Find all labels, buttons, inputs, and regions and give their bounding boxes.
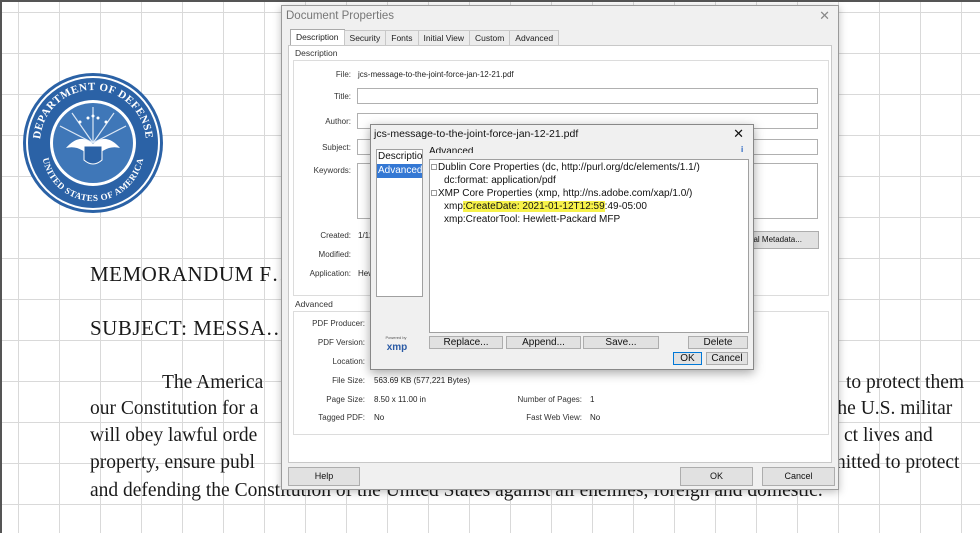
metadata-dialog: jcs-message-to-the-joint-force-jan-12-21…: [370, 124, 754, 370]
page-size-label: Page Size:: [326, 395, 365, 404]
svg-text:xmp: xmp: [387, 342, 408, 353]
fast-web-view-label: Fast Web View:: [526, 413, 582, 422]
body-line-right-1: to protect them: [846, 372, 965, 393]
tab-fonts[interactable]: Fonts: [385, 30, 419, 46]
dod-seal-logo: DEPARTMENT OF DEFENSE UNITED STATES OF A…: [23, 73, 163, 213]
subject-label: Subject:: [322, 143, 351, 152]
tab-bar: Description Security Fonts Initial View …: [290, 29, 560, 46]
collapse-toggle-icon[interactable]: [431, 190, 437, 196]
metadata-tree: Dublin Core Properties (dc, http://purl.…: [429, 159, 749, 333]
description-section-label: Description: [295, 48, 338, 58]
createdate-prefix: xmp: [444, 201, 463, 212]
close-icon[interactable]: ✕: [733, 126, 744, 142]
dialog-title: Document Properties: [286, 10, 395, 22]
body-line-left-3: will obey lawful orde: [90, 425, 258, 446]
tagged-pdf-label: Tagged PDF:: [318, 413, 365, 422]
body-line-right-3: ct lives and: [844, 425, 933, 446]
tab-initial-view[interactable]: Initial View: [417, 30, 470, 46]
body-line-right-2: the U.S. militar: [832, 398, 953, 419]
keywords-label: Keywords:: [313, 166, 351, 175]
tab-custom[interactable]: Custom: [469, 30, 511, 46]
xmp-logo: Powered by xmp: [385, 335, 408, 353]
page-size-value: 8.50 x 11.00 in: [374, 395, 426, 404]
body-line-left-1: The America: [162, 372, 264, 393]
tab-security[interactable]: Security: [343, 30, 387, 46]
location-label: Location:: [332, 357, 365, 366]
tree-node-createdate[interactable]: xmp:CreateDate: 2021-01-12T12:59:49-05:0…: [444, 201, 647, 213]
cancel-button[interactable]: Cancel: [762, 467, 835, 486]
body-line-left-2: our Constitution for a: [90, 398, 259, 419]
page-edge-left: [0, 0, 2, 533]
info-icon[interactable]: i: [741, 145, 743, 154]
cancel-button[interactable]: Cancel: [706, 352, 748, 365]
application-label: Application:: [309, 269, 351, 278]
tree-node-xmp-core[interactable]: XMP Core Properties (xmp, http://ns.adob…: [438, 188, 692, 200]
created-label: Created:: [320, 231, 351, 240]
memo-heading: MEMORANDUM F…: [90, 262, 294, 286]
additional-metadata-button[interactable]: nal Metadata...: [744, 231, 819, 249]
number-of-pages-label: Number of Pages:: [517, 395, 582, 404]
svg-text:Powered by: Powered by: [385, 335, 406, 340]
list-item-description[interactable]: Description: [377, 150, 422, 164]
tree-node-creatortool[interactable]: xmp:CreatorTool: Hewlett-Packard MFP: [444, 214, 620, 226]
body-line-right-4: nitted to protect: [836, 452, 960, 473]
file-size-label: File Size:: [332, 376, 365, 385]
file-size-value: 563.69 KB (577,221 Bytes): [374, 376, 471, 385]
metadata-dialog-title: jcs-message-to-the-joint-force-jan-12-21…: [374, 128, 579, 140]
pdf-producer-label: PDF Producer:: [312, 319, 365, 328]
delete-button[interactable]: Delete: [688, 336, 748, 349]
pdf-version-label: PDF Version:: [317, 338, 365, 347]
metadata-category-list: Description Advanced: [376, 149, 423, 297]
list-item-advanced[interactable]: Advanced: [377, 164, 422, 178]
replace-button[interactable]: Replace...: [429, 336, 503, 349]
file-label: File:: [335, 70, 351, 79]
tagged-pdf-value: No: [374, 413, 385, 422]
ok-button[interactable]: OK: [680, 467, 753, 486]
ok-button[interactable]: OK: [673, 352, 702, 365]
fast-web-view-value: No: [590, 413, 601, 422]
collapse-toggle-icon[interactable]: [431, 164, 437, 170]
title-field[interactable]: [357, 88, 818, 104]
help-button[interactable]: Help: [288, 467, 360, 486]
close-icon[interactable]: ✕: [819, 8, 830, 24]
save-button[interactable]: Save...: [583, 336, 659, 349]
tab-description[interactable]: Description: [290, 29, 345, 46]
subject-line: SUBJECT: MESSA…: [90, 316, 288, 340]
body-line-left-4: property, ensure publ: [90, 452, 255, 473]
tree-node-dc-format[interactable]: dc:format: application/pdf: [444, 175, 556, 187]
append-button[interactable]: Append...: [506, 336, 581, 349]
createdate-suffix: :49-05:00: [604, 201, 647, 212]
number-of-pages-value: 1: [590, 395, 595, 404]
author-label: Author:: [325, 117, 351, 126]
tab-advanced[interactable]: Advanced: [509, 30, 560, 46]
advanced-section-label: Advanced: [295, 299, 333, 309]
tree-node-dublin-core[interactable]: Dublin Core Properties (dc, http://purl.…: [438, 162, 700, 174]
pane-heading: Advanced: [429, 147, 474, 153]
title-label: Title:: [333, 92, 351, 101]
page-edge-top: [0, 0, 980, 2]
modified-label: Modified:: [318, 250, 351, 259]
createdate-highlight: :CreateDate: 2021-01-12T12:59: [462, 201, 605, 212]
file-value: jcs-message-to-the-joint-force-jan-12-21…: [358, 70, 514, 79]
